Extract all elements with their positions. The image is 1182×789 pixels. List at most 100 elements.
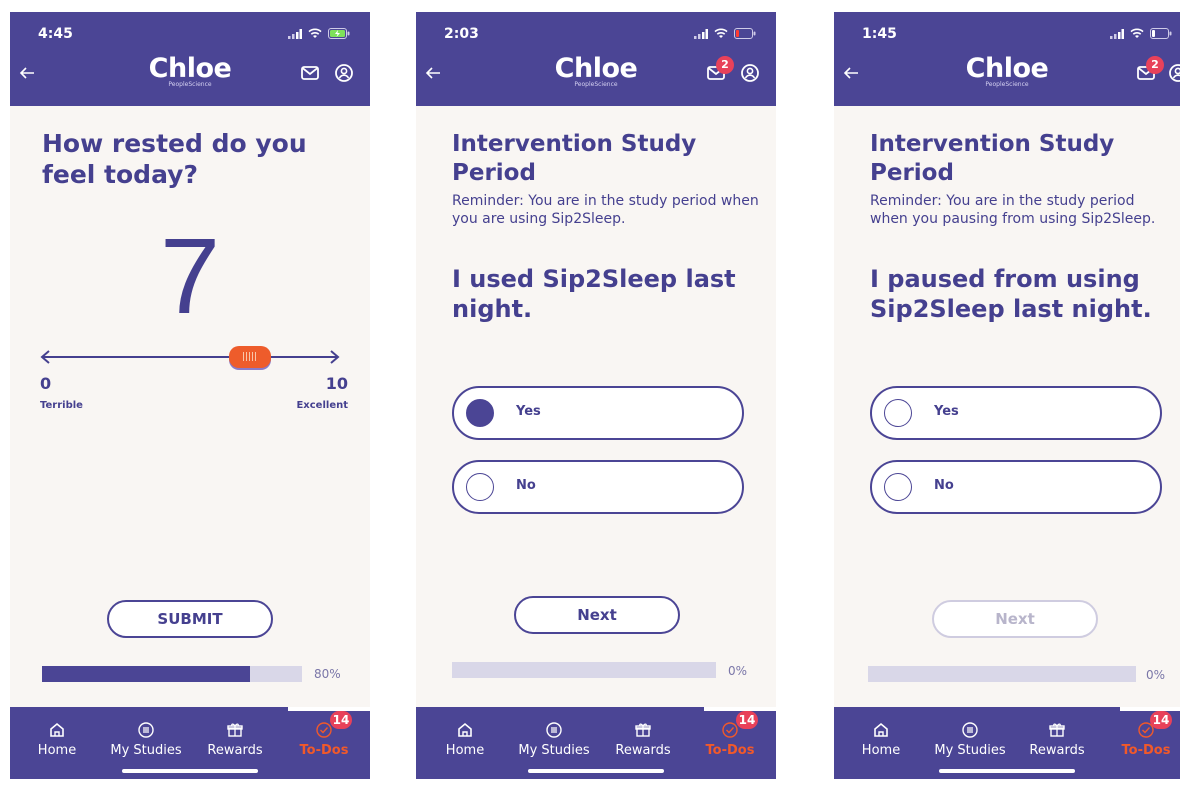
- active-tab-indicator: [288, 707, 370, 711]
- tab-rewards[interactable]: Rewards: [202, 721, 268, 758]
- tab-label: My Studies: [518, 743, 590, 758]
- rested-question-screen: 4:45 Chloe PeopleScience How rested do y…: [10, 12, 370, 779]
- home-icon: [50, 722, 64, 737]
- active-tab-indicator: [704, 707, 776, 711]
- progress-bar: [452, 662, 716, 678]
- todo-count-badge: 14: [330, 711, 352, 729]
- next-button-disabled[interactable]: Next: [932, 600, 1098, 638]
- question-title: I used Sip2Sleep last night.: [452, 265, 736, 323]
- question-content: Intervention Study Period Reminder: You …: [834, 106, 1180, 707]
- tab-my-studies[interactable]: My Studies: [514, 721, 594, 758]
- logo-text: Chloe: [965, 53, 1049, 84]
- option-no[interactable]: No: [452, 460, 744, 514]
- home-indicator: [528, 769, 664, 773]
- option-no[interactable]: No: [870, 460, 1162, 514]
- tab-my-studies[interactable]: My Studies: [930, 721, 1010, 758]
- slider-grip: [243, 352, 257, 361]
- app-header: 4:45 Chloe PeopleScience: [10, 12, 370, 106]
- option-yes[interactable]: Yes: [452, 386, 744, 440]
- tab-to-dos[interactable]: To-Dos 14: [1116, 711, 1176, 758]
- radio-unselected[interactable]: [884, 399, 912, 427]
- home-icon: [874, 722, 888, 737]
- option-yes[interactable]: Yes: [870, 386, 1162, 440]
- bottom-tab-bar: Home My Studies Rewards To-Dos 14: [10, 707, 370, 779]
- rating-slider-track[interactable]: [40, 350, 340, 364]
- progress-bar: [868, 666, 1136, 682]
- option-label: No: [934, 478, 954, 493]
- app-logo: Chloe PeopleScience: [834, 53, 1180, 89]
- progress-bar: [42, 666, 302, 682]
- home-icon: [458, 722, 472, 737]
- tab-home[interactable]: Home: [442, 721, 488, 758]
- bottom-tab-bar: Home My Studies Rewards To-Dos 14: [416, 707, 776, 779]
- message-count-badge: 2: [716, 56, 734, 74]
- signal-icon: [288, 28, 302, 39]
- signal-icon: [1110, 28, 1124, 39]
- status-icons: [288, 28, 350, 39]
- gift-icon: [227, 723, 243, 737]
- submit-button[interactable]: SUBMIT: [107, 600, 273, 638]
- signal-icon: [694, 28, 708, 39]
- study-period-title: Intervention Study Period: [452, 131, 697, 186]
- battery-charging-icon: [328, 28, 350, 39]
- radio-unselected[interactable]: [466, 473, 494, 501]
- status-time: 1:45: [862, 26, 897, 42]
- logo-subtext: PeopleScience: [168, 81, 212, 88]
- profile-icon[interactable]: [1168, 63, 1180, 83]
- wifi-icon: [1130, 28, 1144, 38]
- option-label: No: [516, 478, 536, 493]
- study-reminder-text: Reminder: You are in the study period wh…: [452, 193, 759, 227]
- profile-icon[interactable]: [740, 63, 760, 83]
- tab-label: My Studies: [110, 743, 182, 758]
- study-reminder-text: Reminder: You are in the study period wh…: [870, 193, 1156, 227]
- tab-label: Rewards: [615, 743, 671, 758]
- slider-min-label: Terrible: [40, 400, 83, 411]
- tab-home[interactable]: Home: [858, 721, 904, 758]
- logo-subtext: PeopleScience: [574, 81, 618, 88]
- list-icon: [962, 722, 978, 738]
- home-indicator: [122, 769, 258, 773]
- question-content: How rested do you feel today? 7 0 10 Ter…: [10, 106, 370, 707]
- mail-icon[interactable]: [300, 64, 320, 82]
- tab-label: To-Dos: [1121, 743, 1171, 758]
- status-time: 2:03: [444, 26, 479, 42]
- slider-max-label: Excellent: [296, 400, 348, 411]
- home-indicator: [939, 769, 1075, 773]
- option-label: Yes: [934, 404, 959, 419]
- rating-slider-thumb[interactable]: [229, 346, 271, 368]
- tab-to-dos[interactable]: To-Dos 14: [294, 711, 354, 758]
- progress-bar-fill: [42, 666, 250, 682]
- tab-my-studies[interactable]: My Studies: [106, 721, 186, 758]
- message-count-badge: 2: [1146, 56, 1164, 74]
- status-icons: [1110, 28, 1172, 39]
- tab-label: Rewards: [207, 743, 263, 758]
- todo-count-badge: 14: [736, 711, 758, 729]
- bottom-tab-bar: Home My Studies Rewards To-Dos 14: [834, 707, 1180, 779]
- gift-icon: [635, 723, 651, 737]
- question-title: How rested do you feel today?: [42, 129, 307, 189]
- rating-value: 7: [159, 215, 221, 336]
- progress-percent: 80%: [314, 667, 341, 681]
- wifi-icon: [714, 28, 728, 38]
- tab-rewards[interactable]: Rewards: [1024, 721, 1090, 758]
- tab-rewards[interactable]: Rewards: [610, 721, 676, 758]
- battery-low-icon: [734, 28, 756, 39]
- radio-selected[interactable]: [466, 399, 494, 427]
- profile-icon[interactable]: [334, 63, 354, 83]
- radio-unselected[interactable]: [884, 473, 912, 501]
- question-content: Intervention Study Period Reminder: You …: [416, 106, 776, 707]
- status-icons: [694, 28, 756, 39]
- used-sip2sleep-screen: 2:03 Chloe PeopleScience 2 Intervention …: [416, 12, 776, 779]
- app-header: 2:03 Chloe PeopleScience 2: [416, 12, 776, 106]
- tab-to-dos[interactable]: To-Dos 14: [700, 711, 760, 758]
- paused-sip2sleep-screen: 1:45 Chloe PeopleScience 2 Intervention …: [834, 12, 1180, 779]
- active-tab-indicator: [1120, 707, 1180, 711]
- next-button[interactable]: Next: [514, 596, 680, 634]
- tab-home[interactable]: Home: [34, 721, 80, 758]
- tab-label: Home: [861, 743, 901, 758]
- list-icon: [138, 722, 154, 738]
- tab-label: To-Dos: [299, 743, 349, 758]
- app-header: 1:45 Chloe PeopleScience 2: [834, 12, 1180, 106]
- tab-label: To-Dos: [705, 743, 755, 758]
- progress-percent: 0%: [728, 664, 748, 678]
